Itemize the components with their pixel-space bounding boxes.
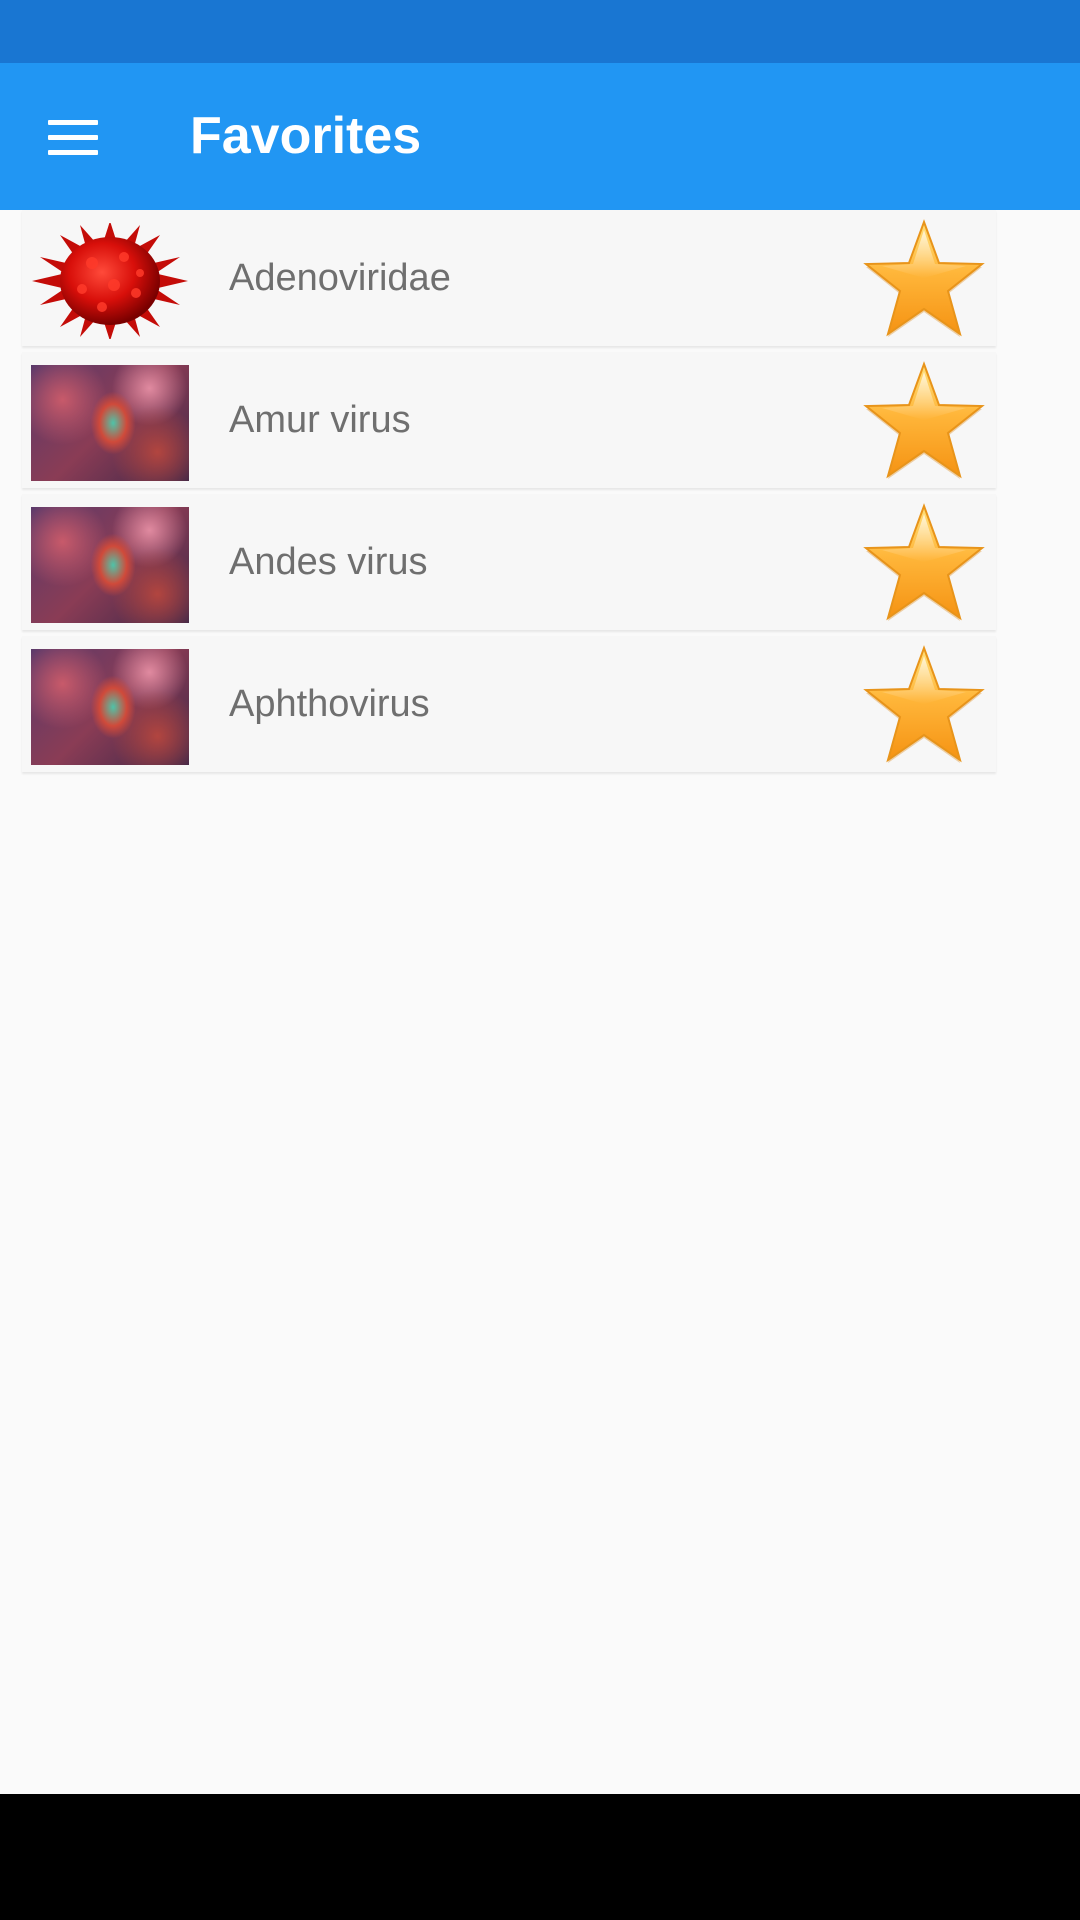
- favorite-star-icon[interactable]: [862, 360, 986, 484]
- virus-photo-thumbnail: [31, 365, 189, 481]
- favorite-star-icon[interactable]: [862, 218, 986, 342]
- red-spiked-virus-icon: [31, 223, 189, 339]
- menu-bar-line: [48, 134, 98, 140]
- app-bar: Favorites: [0, 63, 1080, 210]
- page-title: Favorites: [190, 107, 422, 165]
- virus-photo-thumbnail: [31, 649, 189, 765]
- list-item-label: Amur virus: [229, 399, 411, 441]
- list-item[interactable]: Amur virus: [22, 352, 996, 488]
- list-item[interactable]: Aphthovirus: [22, 636, 996, 772]
- menu-bar-line: [48, 149, 98, 155]
- status-bar: [0, 0, 1080, 63]
- menu-bar-line: [48, 119, 98, 125]
- favorites-list: Adenoviridae Amur virus Andes virus Apht…: [22, 210, 996, 778]
- system-navigation-bar: [0, 1794, 1080, 1920]
- list-item-label: Andes virus: [229, 541, 428, 583]
- list-item[interactable]: Andes virus: [22, 494, 996, 630]
- list-item-label: Aphthovirus: [229, 683, 430, 725]
- hamburger-menu-icon[interactable]: [30, 100, 116, 174]
- favorite-star-icon[interactable]: [862, 644, 986, 768]
- favorite-star-icon[interactable]: [862, 502, 986, 626]
- list-item-label: Adenoviridae: [229, 257, 451, 299]
- virus-photo-thumbnail: [31, 507, 189, 623]
- list-item[interactable]: Adenoviridae: [22, 210, 996, 346]
